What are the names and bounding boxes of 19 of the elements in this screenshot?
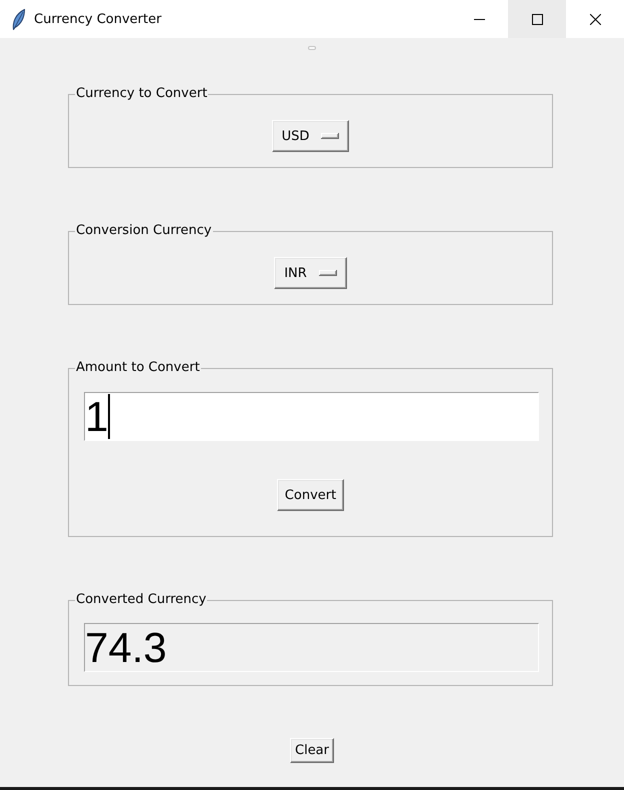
clear-button[interactable]: Clear (290, 738, 334, 763)
grip-icon (308, 46, 316, 50)
amount-field[interactable]: 1 (84, 392, 539, 441)
maximize-icon (532, 14, 542, 24)
window-title: Currency Converter (34, 12, 162, 26)
minimize-icon (474, 18, 484, 20)
frame-label: Amount to Convert (75, 360, 201, 376)
convert-button[interactable]: Convert (276, 479, 344, 511)
currency-dropdown[interactable]: USD (272, 120, 350, 152)
maximize-button[interactable] (508, 0, 566, 38)
feather-icon (12, 8, 25, 30)
close-icon (590, 14, 600, 24)
frame-label: Converted Currency (75, 592, 208, 608)
dropdown-indicator-icon (318, 270, 337, 276)
frame-label: Currency to Convert (75, 86, 208, 102)
result-field: 74.3 (84, 623, 539, 672)
currency-dropdown[interactable]: INR (274, 257, 347, 289)
dropdown-indicator-icon (321, 133, 340, 139)
frame-label: Conversion Currency (75, 223, 213, 239)
